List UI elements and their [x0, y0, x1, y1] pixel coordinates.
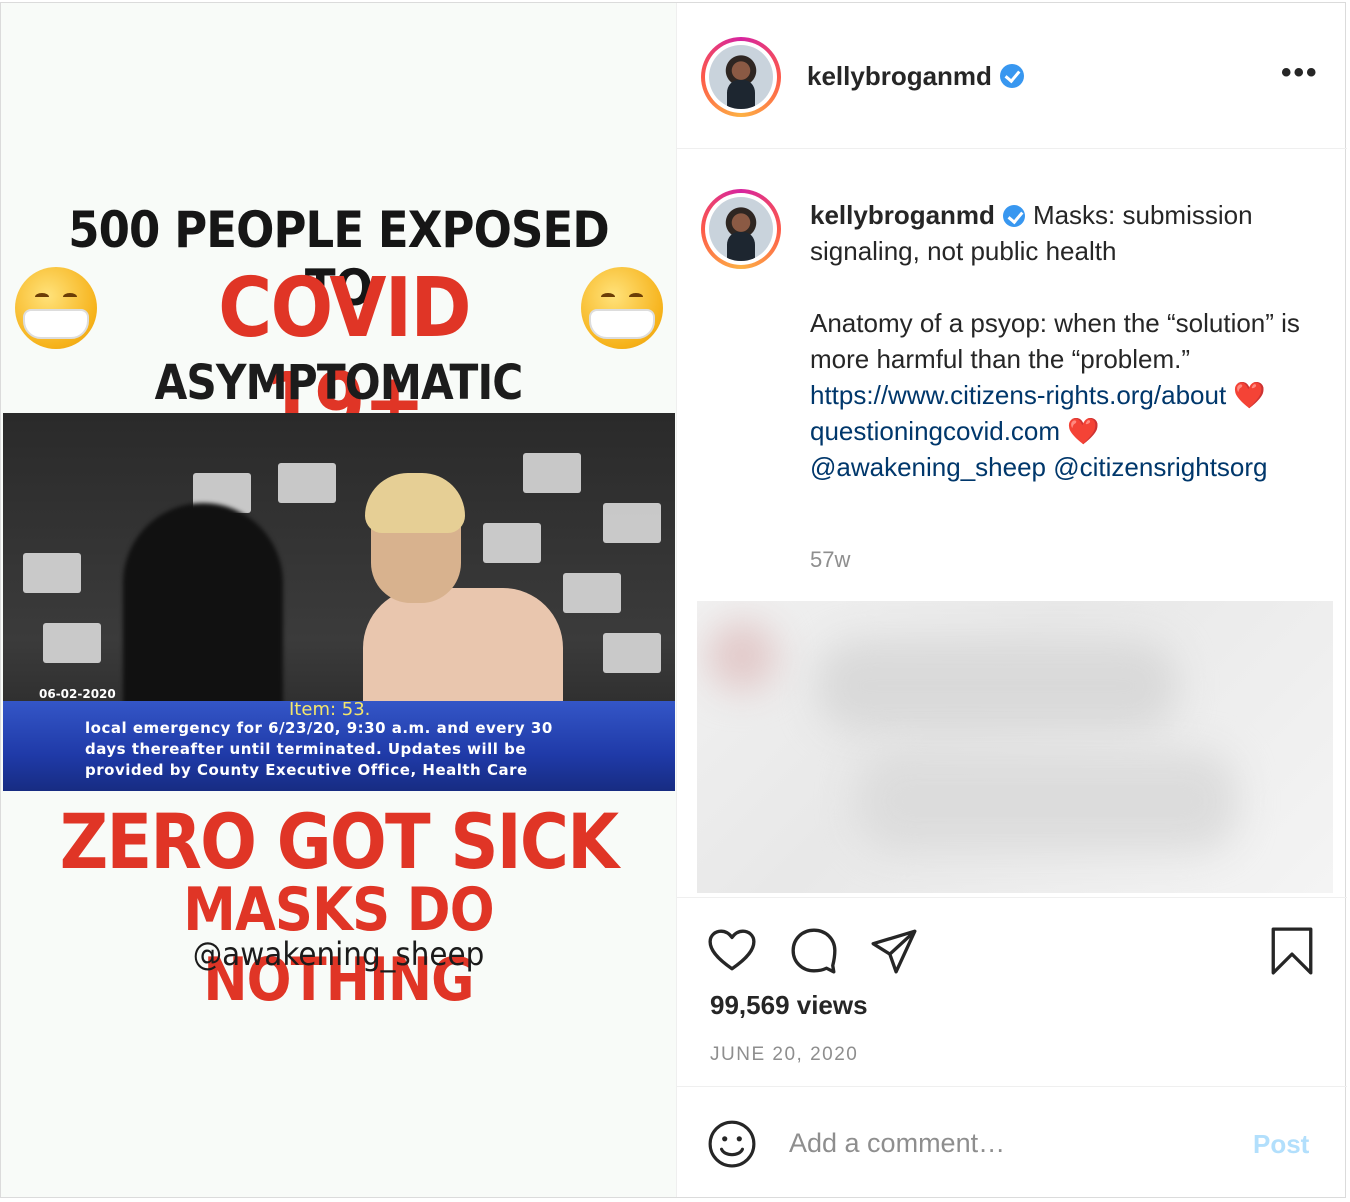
- video-ticker: Item: 53. local emergency for 6/23/20, 9…: [3, 699, 675, 791]
- verified-badge-icon: [1002, 205, 1025, 227]
- avatar[interactable]: [701, 37, 781, 117]
- share-send-icon[interactable]: [869, 926, 919, 976]
- caption-timestamp[interactable]: 57w: [810, 547, 850, 573]
- post-side-panel: kellybroganmd ••• kellybroganmd Masks: su…: [676, 3, 1347, 1197]
- post-comment-button[interactable]: Post: [1253, 1129, 1309, 1160]
- like-heart-icon[interactable]: [707, 926, 757, 976]
- header-username-text[interactable]: kellybroganmd: [807, 61, 992, 91]
- media-headline-zero: ZERO GOT SICK: [59, 797, 619, 886]
- post-header: kellybroganmd •••: [677, 3, 1347, 149]
- media-covid-row: COVID 19+: [1, 261, 676, 451]
- face-with-mask-icon: [581, 267, 663, 349]
- caption-text-line-2: Anatomy of a psyop: when the “solution” …: [810, 308, 1300, 374]
- views-count[interactable]: 99,569 views: [710, 990, 868, 1021]
- header-username[interactable]: kellybroganmd: [807, 61, 1024, 92]
- comment-bar: Post: [677, 1087, 1347, 1197]
- caption-mention-awakening-sheep[interactable]: @awakening_sheep: [810, 452, 1046, 482]
- red-heart-icon: ❤️: [1067, 416, 1100, 446]
- comment-bubble-icon[interactable]: [789, 926, 839, 976]
- ticker-line: local emergency for 6/23/20, 9:30 a.m. a…: [85, 719, 553, 737]
- caption-avatar[interactable]: [701, 189, 781, 269]
- emoji-smiley-icon[interactable]: [707, 1119, 757, 1169]
- post-date[interactable]: JUNE 20, 2020: [710, 1044, 858, 1066]
- caption-area: kellybroganmd Masks: submission signaling…: [677, 149, 1347, 597]
- caption-username[interactable]: kellybroganmd: [810, 200, 995, 230]
- caption-mention-citizensrightsorg[interactable]: @citizensrightsorg: [1053, 452, 1267, 482]
- post-actions: 99,569 views JUNE 20, 2020: [677, 897, 1347, 1087]
- caption-link-citizens-rights[interactable]: https://www.citizens-rights.org/about: [810, 380, 1226, 410]
- caption-link-questioningcovid[interactable]: questioningcovid.com: [810, 416, 1060, 446]
- verified-badge-icon: [999, 64, 1024, 88]
- post-media[interactable]: 500 PEOPLE EXPOSED TO COVID 19+ ASYMPTOM…: [1, 3, 676, 1197]
- post-frame: 500 PEOPLE EXPOSED TO COVID 19+ ASYMPTOM…: [0, 2, 1347, 1198]
- caption-text: kellybroganmd Masks: submission signaling…: [810, 197, 1330, 485]
- ticker-item: Item: 53.: [289, 699, 371, 720]
- video-frame: 06-02-2020 Item: 53. local emergency for…: [3, 413, 675, 791]
- more-options-button[interactable]: •••: [1281, 58, 1317, 93]
- blurred-comments-region: [697, 601, 1333, 893]
- comment-input[interactable]: [789, 1123, 1209, 1163]
- media-handle: @awakening_sheep: [192, 935, 485, 973]
- ticker-line: provided by County Executive Office, Hea…: [85, 761, 528, 779]
- face-with-mask-icon: [15, 267, 97, 349]
- bookmark-save-icon[interactable]: [1267, 926, 1317, 976]
- ticker-line: days thereafter until terminated. Update…: [85, 740, 527, 758]
- red-heart-icon: ❤️: [1233, 380, 1266, 410]
- video-date: 06-02-2020: [39, 687, 116, 701]
